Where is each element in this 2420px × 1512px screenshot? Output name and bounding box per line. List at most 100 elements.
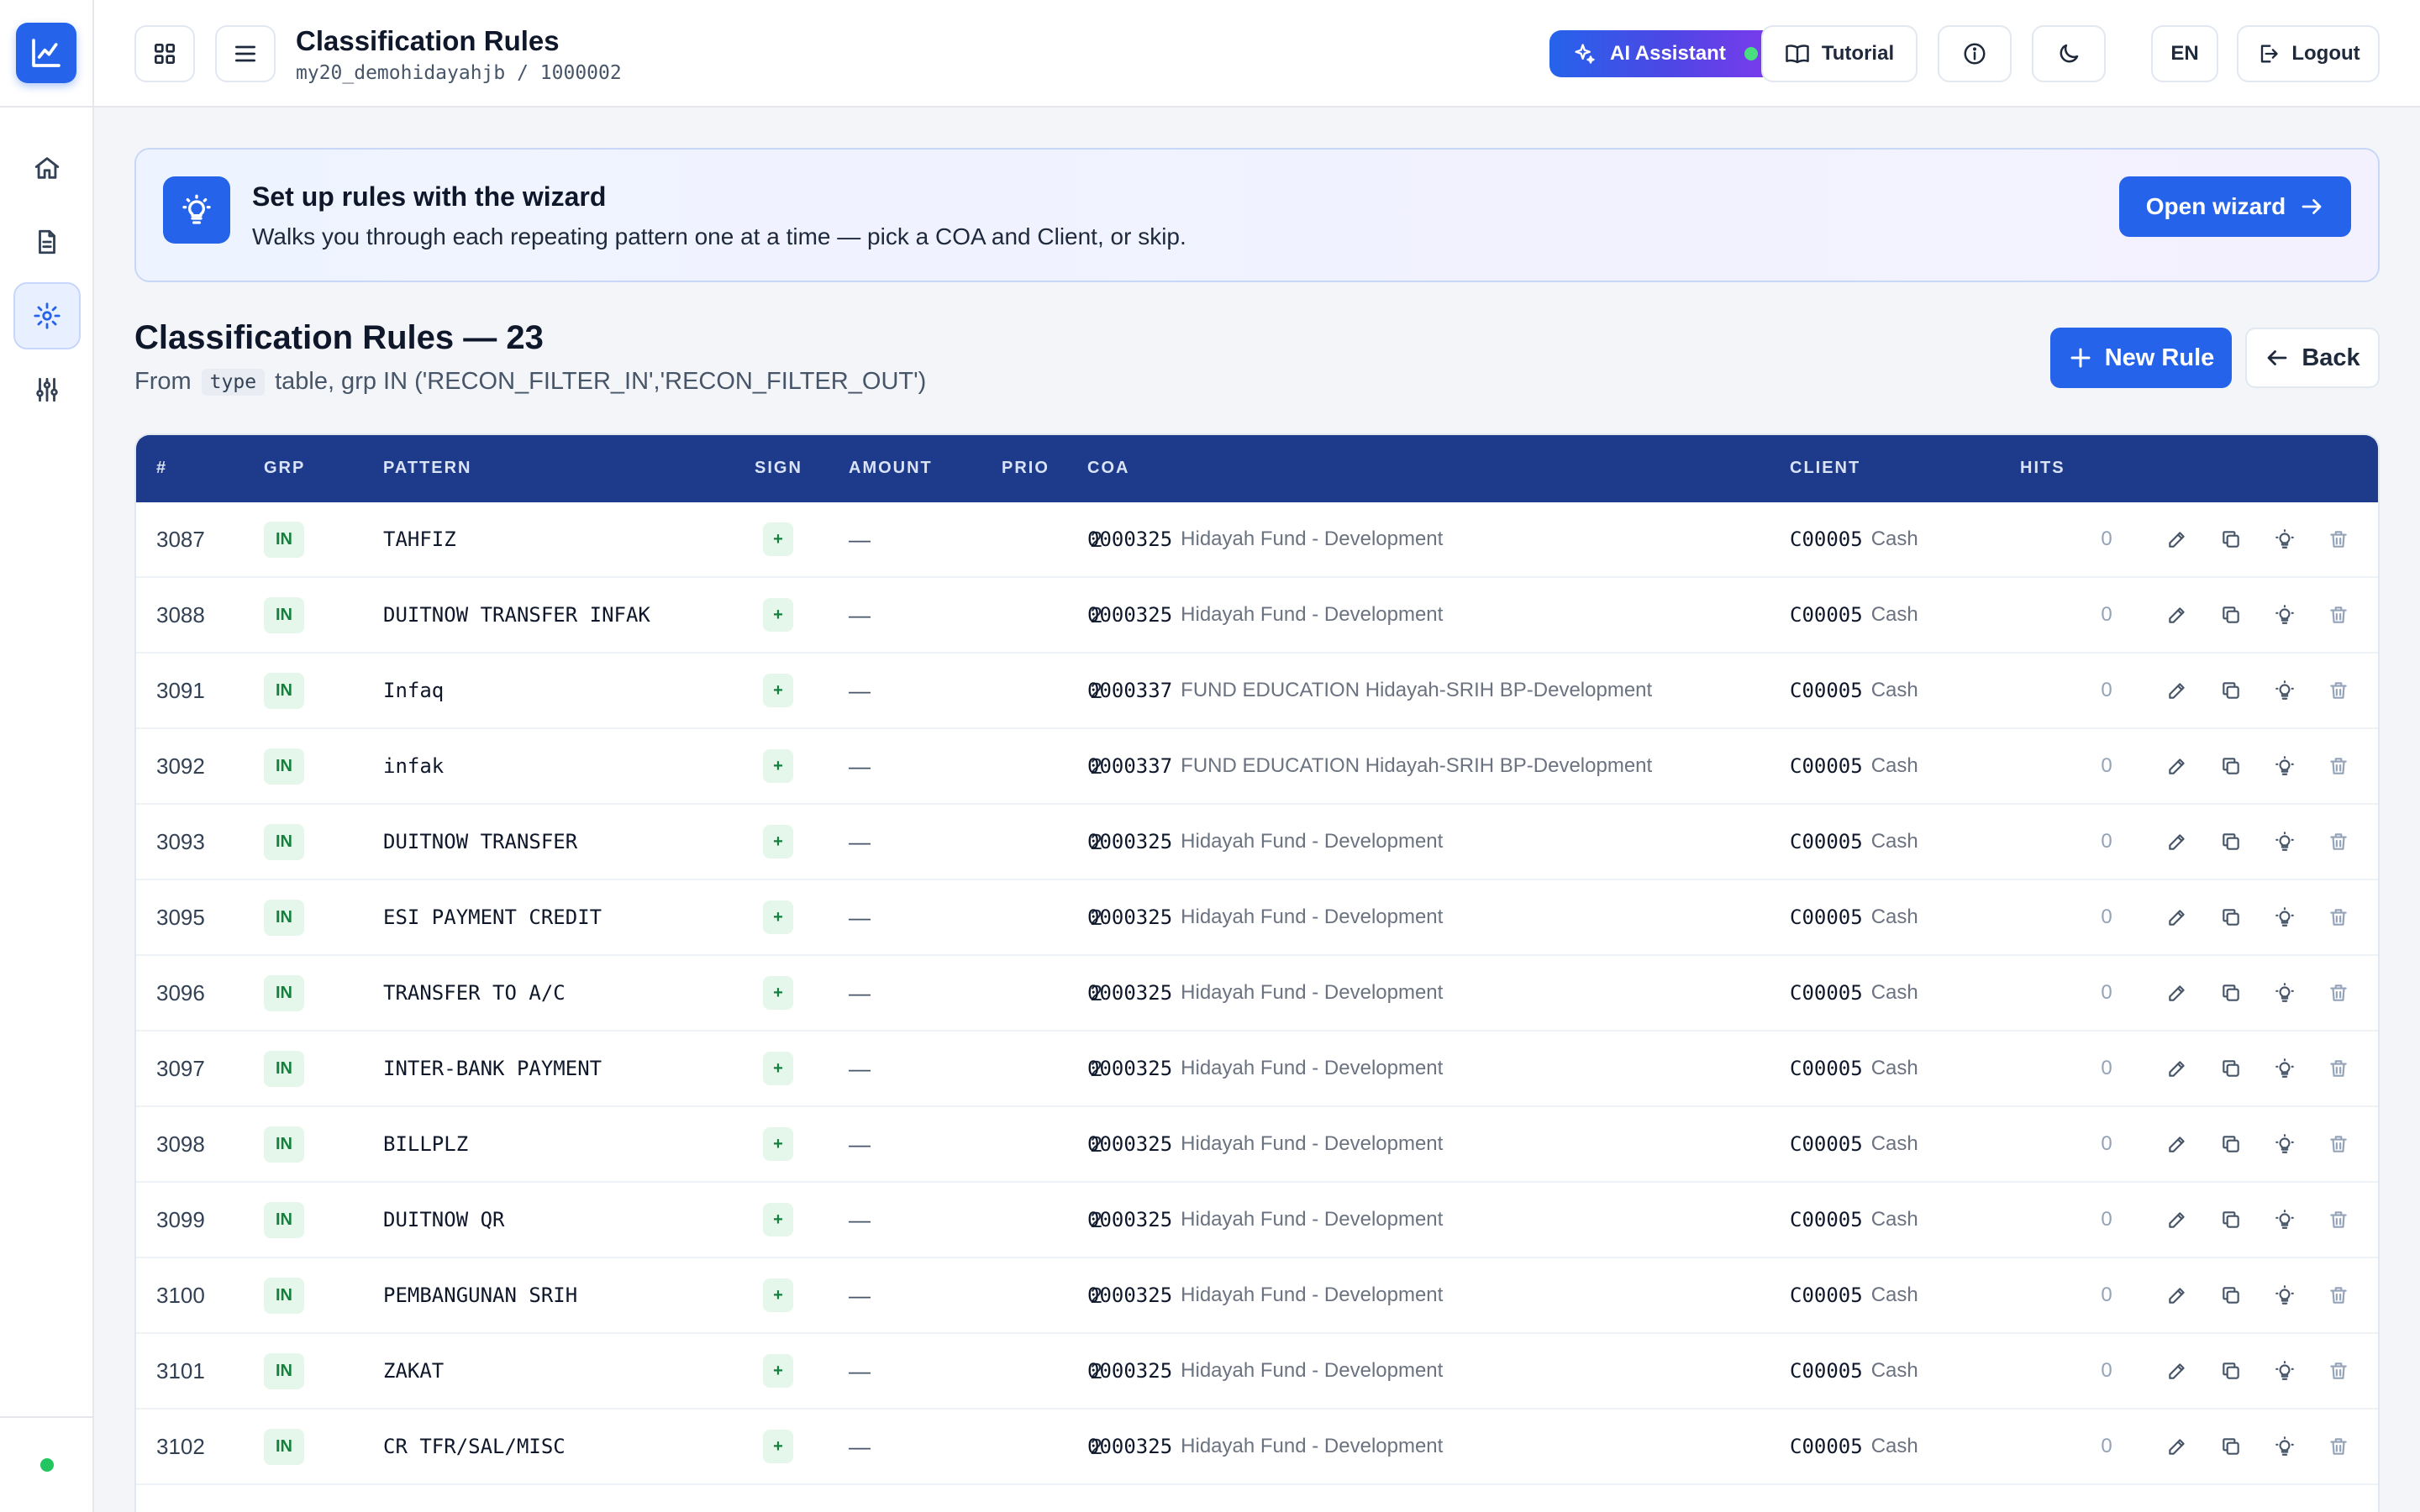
suggest-rule-button[interactable]	[2272, 829, 2297, 854]
back-button[interactable]: Back	[2245, 328, 2380, 388]
new-rule-button[interactable]: New Rule	[2050, 328, 2232, 388]
suggest-rule-button[interactable]	[2272, 905, 2297, 930]
edit-rule-button[interactable]	[2165, 1207, 2190, 1232]
ai-assistant-button[interactable]: AI Assistant	[1549, 30, 1775, 77]
table-row[interactable]: 3098 IN BILLPLZ + —2 0000325 Hidayah Fund - De…	[136, 1107, 2378, 1183]
info-button[interactable]	[1938, 25, 2012, 82]
rule-id: 3096	[156, 979, 205, 1005]
suggest-rule-button[interactable]	[2272, 753, 2297, 779]
language-button[interactable]: EN	[2151, 25, 2218, 82]
table-row[interactable]: 3092 IN infak + —2 0000337 FUND EDUCATION Hida…	[136, 729, 2378, 805]
table-row[interactable]: 3091 IN Infaq + —2 0000337 FUND EDUCATION Hida…	[136, 654, 2378, 729]
delete-rule-button[interactable]	[2326, 753, 2351, 779]
grp-badge: IN	[264, 823, 304, 860]
edit-rule-button[interactable]	[2165, 980, 2190, 1005]
theme-toggle-button[interactable]	[2032, 25, 2106, 82]
column-header-hits[interactable]: HITS	[2020, 459, 2065, 478]
suggest-rule-button[interactable]	[2272, 980, 2297, 1005]
app-logo[interactable]	[16, 23, 76, 83]
duplicate-rule-button[interactable]	[2218, 980, 2244, 1005]
rule-id: 3095	[156, 904, 205, 930]
edit-rule-button[interactable]	[2165, 1283, 2190, 1308]
column-header-sign[interactable]: SIGN	[755, 459, 802, 478]
duplicate-rule-button[interactable]	[2218, 1434, 2244, 1459]
copy-icon	[2223, 606, 2239, 623]
table-row[interactable]: 3097 IN INTER-BANK PAYMENT + —2 0000325 Hidaya…	[136, 1032, 2378, 1107]
menu-button[interactable]	[215, 25, 276, 82]
duplicate-rule-button[interactable]	[2218, 1056, 2244, 1081]
edit-rule-button[interactable]	[2165, 1056, 2190, 1081]
duplicate-rule-button[interactable]	[2218, 1283, 2244, 1308]
edit-rule-button[interactable]	[2165, 678, 2190, 703]
apps-grid-button[interactable]	[134, 25, 195, 82]
suggest-rule-button[interactable]	[2272, 527, 2297, 552]
suggest-rule-button[interactable]	[2272, 602, 2297, 627]
column-header-client[interactable]: CLIENT	[1790, 459, 1860, 478]
suggest-rule-button[interactable]	[2272, 1283, 2297, 1308]
duplicate-rule-button[interactable]	[2218, 1358, 2244, 1383]
duplicate-rule-button[interactable]	[2218, 527, 2244, 552]
table-row[interactable]: 3087 IN TAHFIZ + —2 0000325 Hidayah Fund - Dev…	[136, 502, 2378, 578]
delete-rule-button[interactable]	[2326, 980, 2351, 1005]
suggest-rule-button[interactable]	[2272, 1131, 2297, 1157]
delete-rule-button[interactable]	[2326, 1207, 2351, 1232]
table-row[interactable]: 3100 IN PEMBANGUNAN SRIH + —2 0000325 Hidayah …	[136, 1258, 2378, 1334]
edit-rule-button[interactable]	[2165, 829, 2190, 854]
delete-rule-button[interactable]	[2326, 1131, 2351, 1157]
duplicate-rule-button[interactable]	[2218, 753, 2244, 779]
edit-rule-button[interactable]	[2165, 527, 2190, 552]
delete-rule-button[interactable]	[2326, 527, 2351, 552]
column-header-prio[interactable]: PRIO	[1002, 459, 1050, 478]
edit-rule-button[interactable]	[2165, 602, 2190, 627]
edit-icon	[2169, 683, 2185, 699]
column-header-id[interactable]: #	[156, 459, 167, 478]
table-row[interactable]: 3093 IN DUITNOW TRANSFER + —2 0000325 Hidayah …	[136, 805, 2378, 880]
suggest-rule-button[interactable]	[2272, 1434, 2297, 1459]
edit-rule-button[interactable]	[2165, 1434, 2190, 1459]
column-header-grp[interactable]: GRP	[264, 459, 305, 478]
column-header-coa[interactable]: COA	[1087, 459, 1129, 478]
table-row[interactable]: 3095 IN ESI PAYMENT CREDIT + —2 0000325 Hidaya…	[136, 880, 2378, 956]
sidebar-item-documents[interactable]	[13, 208, 81, 276]
sidebar-item-settings[interactable]	[13, 282, 81, 349]
client-cell: C00005 Cash	[1790, 1334, 1918, 1408]
client-cell: C00005 Cash	[1790, 1410, 1918, 1483]
delete-rule-button[interactable]	[2326, 602, 2351, 627]
suggest-rule-button[interactable]	[2272, 1358, 2297, 1383]
delete-rule-button[interactable]	[2326, 905, 2351, 930]
duplicate-rule-button[interactable]	[2218, 602, 2244, 627]
copy-icon	[2223, 1287, 2239, 1304]
delete-rule-button[interactable]	[2326, 1434, 2351, 1459]
tutorial-button[interactable]: Tutorial	[1761, 25, 1918, 82]
duplicate-rule-button[interactable]	[2218, 1207, 2244, 1232]
suggest-rule-button[interactable]	[2272, 678, 2297, 703]
edit-rule-button[interactable]	[2165, 753, 2190, 779]
delete-rule-button[interactable]	[2326, 678, 2351, 703]
open-wizard-button[interactable]: Open wizard	[2119, 176, 2351, 237]
delete-rule-button[interactable]	[2326, 1056, 2351, 1081]
edit-rule-button[interactable]	[2165, 1131, 2190, 1157]
duplicate-rule-button[interactable]	[2218, 829, 2244, 854]
delete-rule-button[interactable]	[2326, 829, 2351, 854]
duplicate-rule-button[interactable]	[2218, 905, 2244, 930]
table-row[interactable]: 3099 IN DUITNOW QR + —2 0000325 Hidayah Fund -…	[136, 1183, 2378, 1258]
client-code: C00005	[1790, 1132, 1863, 1156]
table-row[interactable]: 3101 IN ZAKAT + —2 0000325 Hidayah Fund - Deve…	[136, 1334, 2378, 1410]
delete-rule-button[interactable]	[2326, 1358, 2351, 1383]
logout-button[interactable]: Logout	[2237, 25, 2380, 82]
duplicate-rule-button[interactable]	[2218, 678, 2244, 703]
table-row[interactable]: 3096 IN TRANSFER TO A/C + —2 0000325 Hidayah F…	[136, 956, 2378, 1032]
table-row[interactable]: 3102 IN CR TFR/SAL/MISC + —2 0000325 Hidayah F…	[136, 1410, 2378, 1485]
duplicate-rule-button[interactable]	[2218, 1131, 2244, 1157]
edit-rule-button[interactable]	[2165, 1358, 2190, 1383]
edit-rule-button[interactable]	[2165, 905, 2190, 930]
sidebar-item-adjustments[interactable]	[13, 356, 81, 423]
column-header-amount[interactable]: AMOUNT	[849, 459, 933, 478]
suggest-rule-button[interactable]	[2272, 1056, 2297, 1081]
column-header-pattern[interactable]: PATTERN	[383, 459, 471, 478]
suggest-rule-button[interactable]	[2272, 1207, 2297, 1232]
coa-code: 0000325	[1087, 1057, 1173, 1080]
delete-rule-button[interactable]	[2326, 1283, 2351, 1308]
table-row[interactable]: 3088 IN DUITNOW TRANSFER INFAK + —2 0000325 Hi…	[136, 578, 2378, 654]
sidebar-item-home[interactable]	[13, 134, 81, 202]
